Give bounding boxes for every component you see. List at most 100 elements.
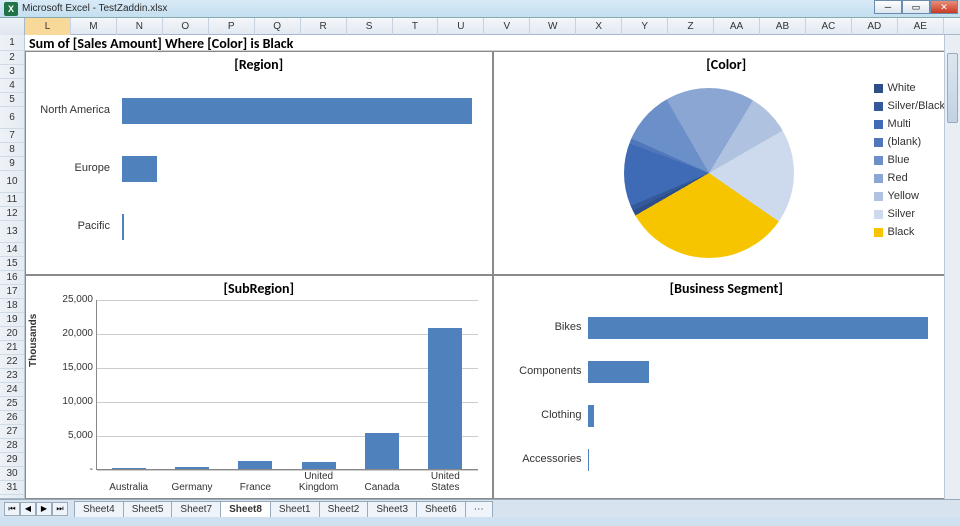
- column-header[interactable]: N: [117, 18, 163, 35]
- y-tick-label: 20,000: [53, 328, 93, 339]
- chart-business-segment[interactable]: [Business Segment] BikesComponentsClothi…: [493, 275, 960, 499]
- pie-chart: [624, 88, 794, 258]
- legend-label: Silver: [888, 208, 916, 220]
- column-header[interactable]: U: [438, 18, 484, 35]
- chart-region[interactable]: [Region] North AmericaEuropePacific: [25, 51, 493, 275]
- tab-last-button[interactable]: ⏭: [52, 502, 68, 516]
- column-header[interactable]: AE: [898, 18, 944, 35]
- sheet-tab[interactable]: Sheet7: [171, 501, 221, 517]
- worksheet: 1234567891011121314151617181920212223242…: [0, 35, 960, 499]
- legend-item: Red: [874, 172, 945, 184]
- row-header[interactable]: 12: [0, 207, 24, 221]
- legend-label: Red: [888, 172, 908, 184]
- row-header[interactable]: 2: [0, 51, 24, 65]
- y-tick-label: 15,000: [53, 362, 93, 373]
- row-header[interactable]: 5: [0, 93, 24, 107]
- pie-legend: WhiteSilver/BlackMulti(blank)BlueRedYell…: [874, 82, 945, 244]
- dashboard-charts: [Region] North AmericaEuropePacific [Col…: [25, 51, 960, 498]
- sheet-tab[interactable]: Sheet3: [367, 501, 417, 517]
- column-header[interactable]: M: [71, 18, 117, 35]
- column-header[interactable]: W: [530, 18, 576, 35]
- row-header[interactable]: 9: [0, 157, 24, 171]
- chart-color[interactable]: [Color] WhiteSilver/BlackMulti(blank)Blu…: [493, 51, 960, 275]
- column-header[interactable]: AA: [714, 18, 760, 35]
- sheet-tab[interactable]: Sheet6: [416, 501, 466, 517]
- column-header[interactable]: Z: [668, 18, 714, 35]
- column-header[interactable]: T: [393, 18, 439, 35]
- window-title: Microsoft Excel - TestZaddin.xlsx: [22, 3, 167, 14]
- column-header[interactable]: R: [301, 18, 347, 35]
- legend-label: Black: [888, 226, 915, 238]
- bar: [302, 462, 336, 469]
- row-header[interactable]: 19: [0, 313, 24, 327]
- row-header[interactable]: 29: [0, 453, 24, 467]
- column-header[interactable]: V: [484, 18, 530, 35]
- scrollbar-thumb[interactable]: [947, 53, 958, 123]
- category-label: Components: [502, 365, 582, 377]
- row-header[interactable]: 11: [0, 193, 24, 207]
- bar: [588, 405, 595, 427]
- row-header[interactable]: 21: [0, 341, 24, 355]
- category-label: Bikes: [502, 321, 582, 333]
- legend-swatch: [874, 138, 883, 147]
- row-header[interactable]: 10: [0, 171, 24, 193]
- row-header[interactable]: 6: [0, 107, 24, 129]
- row-header[interactable]: 24: [0, 383, 24, 397]
- legend-label: White: [888, 82, 916, 94]
- row-header[interactable]: 15: [0, 257, 24, 271]
- row-header[interactable]: 28: [0, 439, 24, 453]
- column-header[interactable]: O: [163, 18, 209, 35]
- column-header[interactable]: S: [347, 18, 393, 35]
- row-header[interactable]: 27: [0, 425, 24, 439]
- row-header[interactable]: 1: [0, 35, 24, 51]
- tab-next-button[interactable]: ▶: [36, 502, 52, 516]
- row-header[interactable]: 30: [0, 467, 24, 481]
- maximize-button[interactable]: ▭: [902, 0, 930, 14]
- column-header[interactable]: Q: [255, 18, 301, 35]
- sheet-tab[interactable]: Sheet5: [123, 501, 173, 517]
- column-header[interactable]: AB: [760, 18, 806, 35]
- row-header[interactable]: 17: [0, 285, 24, 299]
- insert-sheet-button[interactable]: ⋯: [465, 501, 493, 517]
- y-tick-label: 5,000: [53, 430, 93, 441]
- tab-first-button[interactable]: ⏮: [4, 502, 20, 516]
- column-header[interactable]: AC: [806, 18, 852, 35]
- bar: [112, 468, 146, 469]
- row-header[interactable]: 31: [0, 481, 24, 495]
- close-button[interactable]: ✕: [930, 0, 958, 14]
- legend-item: (blank): [874, 136, 945, 148]
- column-header[interactable]: AD: [852, 18, 898, 35]
- row-header[interactable]: 7: [0, 129, 24, 143]
- sheet-tab[interactable]: Sheet4: [74, 501, 124, 517]
- row-header[interactable]: 18: [0, 299, 24, 313]
- column-header[interactable]: Y: [622, 18, 668, 35]
- title-cell[interactable]: Sum of [Sales Amount] Where [Color] is B…: [25, 35, 960, 51]
- row-header[interactable]: 20: [0, 327, 24, 341]
- vertical-scrollbar[interactable]: [944, 35, 960, 499]
- row-header[interactable]: 16: [0, 271, 24, 285]
- app-icon: X: [4, 2, 18, 16]
- row-header[interactable]: 25: [0, 397, 24, 411]
- chart-subregion[interactable]: [SubRegion] Thousands 25,00020,00015,000…: [25, 275, 493, 499]
- grid-area[interactable]: Sum of [Sales Amount] Where [Color] is B…: [25, 35, 960, 498]
- sheet-tab[interactable]: Sheet2: [319, 501, 369, 517]
- row-header[interactable]: 14: [0, 243, 24, 257]
- sheet-tab[interactable]: Sheet1: [270, 501, 320, 517]
- legend-swatch: [874, 102, 883, 111]
- select-all-corner[interactable]: [0, 18, 25, 35]
- row-header[interactable]: 3: [0, 65, 24, 79]
- minimize-button[interactable]: ─: [874, 0, 902, 14]
- column-header[interactable]: P: [209, 18, 255, 35]
- bar: [238, 461, 272, 469]
- tab-prev-button[interactable]: ◀: [20, 502, 36, 516]
- row-header[interactable]: 8: [0, 143, 24, 157]
- sheet-tab[interactable]: Sheet8: [220, 501, 271, 517]
- row-header[interactable]: 26: [0, 411, 24, 425]
- column-header[interactable]: L: [25, 18, 71, 35]
- row-header[interactable]: 4: [0, 79, 24, 93]
- row-header[interactable]: 13: [0, 221, 24, 243]
- legend-swatch: [874, 174, 883, 183]
- row-header[interactable]: 22: [0, 355, 24, 369]
- row-header[interactable]: 23: [0, 369, 24, 383]
- column-header[interactable]: X: [576, 18, 622, 35]
